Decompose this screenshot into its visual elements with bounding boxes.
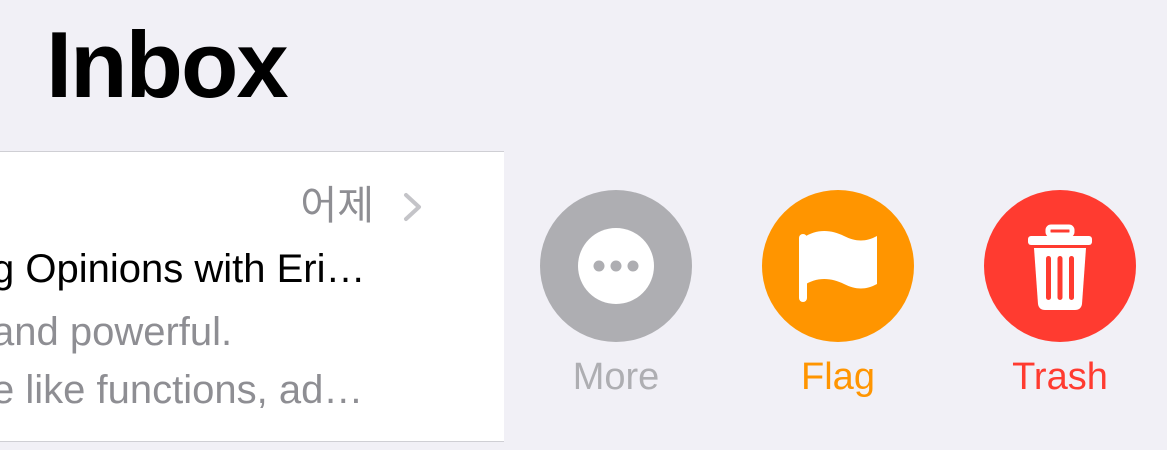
trash-action-circle[interactable] [984, 190, 1136, 342]
flag-icon [799, 231, 877, 302]
more-action-label: More [572, 356, 660, 398]
chevron-right-icon [404, 193, 421, 221]
more-action-button[interactable]: More [539, 190, 693, 396]
message-preview-line-2: e like functions, ad… [0, 368, 364, 412]
flag-action-button[interactable]: Flag [761, 190, 915, 396]
mail-inbox-screen: Inbox 어제 g Opinions with Eri… and powerf… [0, 0, 1167, 450]
trash-icon [1028, 224, 1092, 310]
more-action-circle[interactable] [540, 190, 692, 342]
ellipsis-icon [578, 228, 654, 304]
flag-action-circle[interactable] [762, 190, 914, 342]
trash-action-button[interactable]: Trash [983, 190, 1137, 396]
message-date: 어제 [300, 184, 374, 228]
flag-action-label: Flag [801, 356, 875, 398]
trash-action-label: Trash [1012, 356, 1108, 398]
message-preview-line-1: and powerful. [0, 310, 233, 354]
message-subject: g Opinions with Eri… [0, 247, 366, 291]
message-row[interactable]: 어제 g Opinions with Eri… and powerful. e … [0, 151, 504, 442]
page-title: Inbox [46, 12, 289, 117]
